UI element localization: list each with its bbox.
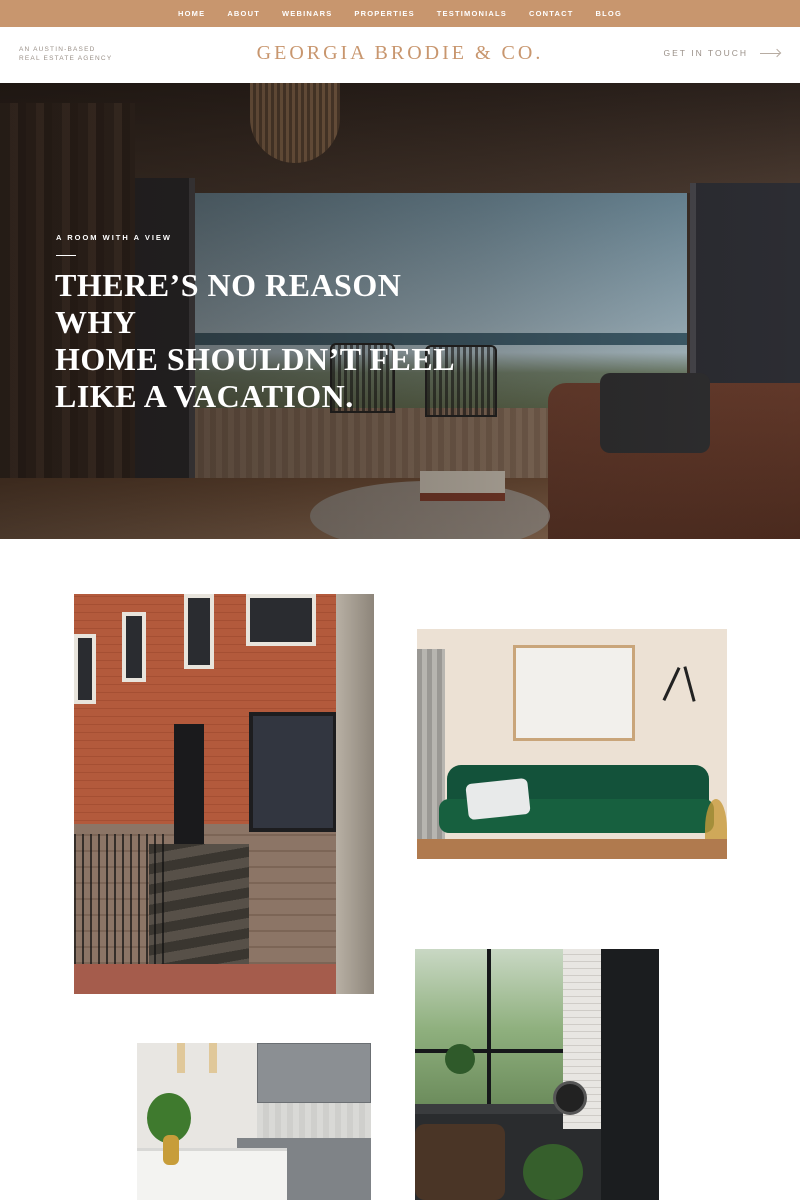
- hero-divider: [56, 255, 76, 256]
- gold-vase: [163, 1135, 179, 1165]
- backsplash: [257, 1103, 371, 1138]
- window: [249, 712, 337, 832]
- hero-title: THERE’S NO REASON WHY HOME SHOULDN’T FEE…: [55, 267, 485, 415]
- nav-contact-link[interactable]: CONTACT: [529, 9, 574, 18]
- hero-title-line-3: LIKE A VACATION.: [55, 378, 354, 414]
- nav-home-link[interactable]: HOME: [178, 9, 205, 18]
- hero-eyebrow: A ROOM WITH A VIEW: [56, 233, 172, 242]
- window: [122, 612, 146, 682]
- framed-art: [513, 645, 635, 741]
- art-legs: [666, 666, 696, 706]
- potted-plant: [445, 1044, 475, 1074]
- hero-title-line-2: HOME SHOULDN’T FEEL: [55, 341, 456, 377]
- window: [74, 634, 96, 704]
- iron-railing: [74, 834, 164, 984]
- nav-testimonials-link[interactable]: TESTIMONIALS: [437, 9, 507, 18]
- site-header: AN AUSTIN-BASED REAL ESTATE AGENCY GEORG…: [0, 27, 800, 83]
- white-pillow: [465, 777, 531, 821]
- floor-plant: [523, 1144, 583, 1200]
- upper-cabinets: [257, 1043, 371, 1103]
- gallery-photo-kitchen[interactable]: [137, 1043, 371, 1200]
- nav-webinars-link[interactable]: WEBINARS: [282, 9, 332, 18]
- hero-title-line-1: THERE’S NO REASON WHY: [55, 267, 402, 340]
- leather-sofa: [415, 1124, 505, 1200]
- get-in-touch-link[interactable]: GET IN TOUCH: [664, 48, 780, 58]
- gallery-photo-green-sofa[interactable]: [417, 629, 727, 859]
- hero-section: A ROOM WITH A VIEW THERE’S NO REASON WHY…: [0, 83, 800, 539]
- nav-properties-link[interactable]: PROPERTIES: [354, 9, 414, 18]
- arrow-right-icon: [760, 49, 780, 57]
- get-in-touch-label: GET IN TOUCH: [663, 48, 748, 58]
- nav-about-link[interactable]: ABOUT: [227, 9, 260, 18]
- tree-trunk: [336, 594, 374, 994]
- nav-blog-link[interactable]: BLOG: [596, 9, 622, 18]
- sidewalk: [74, 964, 374, 994]
- pendant-light: [209, 1043, 217, 1073]
- wood-floor: [417, 839, 727, 859]
- window-mullion: [487, 949, 491, 1109]
- window: [184, 594, 214, 669]
- pendant-light: [177, 1043, 185, 1073]
- gallery-photo-living-room[interactable]: [415, 949, 659, 1200]
- dark-shelving: [601, 949, 659, 1200]
- globe-lamp: [553, 1081, 587, 1115]
- gallery-photo-brownstone[interactable]: [74, 594, 374, 994]
- window: [246, 594, 316, 646]
- window-mullion: [415, 1049, 565, 1053]
- kitchen-island: [137, 1148, 287, 1200]
- window-sill: [415, 1104, 565, 1114]
- front-door: [174, 724, 204, 844]
- top-nav: HOME ABOUT WEBINARS PROPERTIES TESTIMONI…: [0, 0, 800, 27]
